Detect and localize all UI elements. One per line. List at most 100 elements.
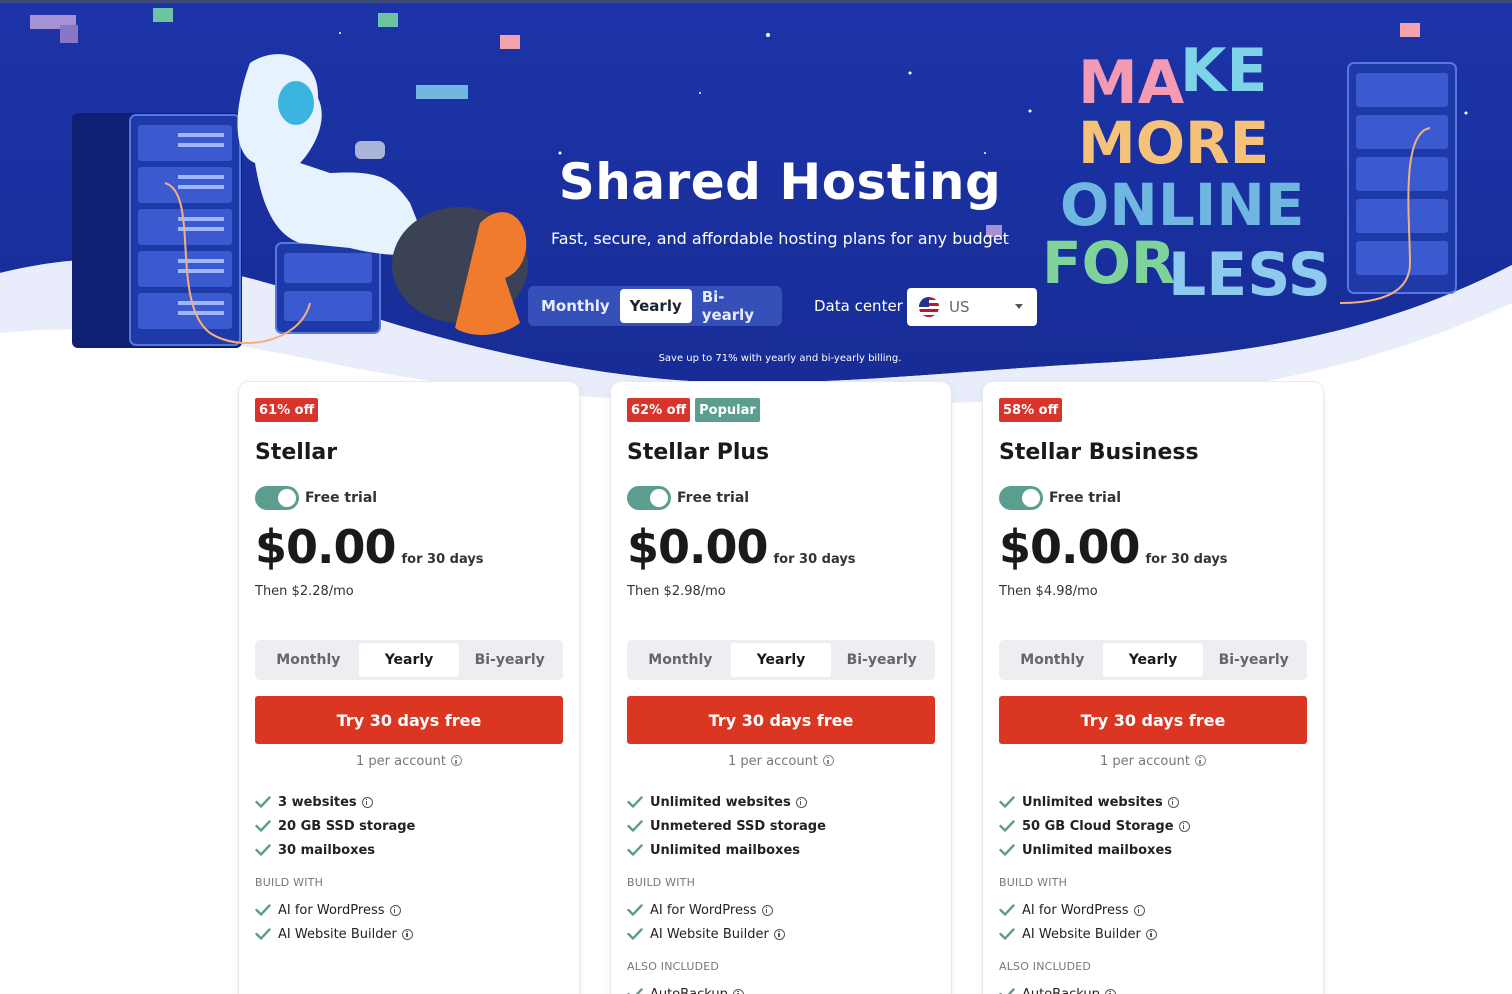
info-icon[interactable] bbox=[1145, 928, 1157, 940]
info-icon[interactable] bbox=[1104, 988, 1116, 994]
info-icon[interactable] bbox=[795, 796, 807, 808]
plan-badges: 62% off Popular bbox=[627, 398, 760, 422]
feature-text: AI for WordPress bbox=[1022, 902, 1129, 918]
price-period: for 30 days bbox=[773, 552, 856, 567]
check-icon bbox=[255, 796, 271, 808]
per-account-note: 1 per account bbox=[983, 754, 1323, 769]
feature-item: AutoBackup bbox=[627, 982, 826, 994]
check-icon bbox=[255, 844, 271, 856]
price-amount: $0.00 bbox=[999, 520, 1141, 574]
plan-price: $0.00 for 30 days bbox=[999, 520, 1228, 574]
check-icon bbox=[999, 820, 1015, 832]
plan-card-1: 61% off Stellar Free trial $0.00 for 30 … bbox=[239, 382, 579, 994]
check-icon bbox=[999, 988, 1015, 994]
billing-monthly[interactable]: Monthly bbox=[630, 643, 731, 677]
feature-item: 30 mailboxes bbox=[255, 838, 415, 862]
info-icon[interactable] bbox=[450, 755, 462, 766]
plan-card-3: 58% off Stellar Business Free trial $0.0… bbox=[983, 382, 1323, 994]
info-icon[interactable] bbox=[1178, 820, 1190, 832]
renewal-price: Then $4.98/mo bbox=[999, 584, 1098, 599]
svg-text:MA: MA bbox=[1078, 48, 1185, 118]
feature-text: AI Website Builder bbox=[650, 926, 769, 942]
plan-name: Stellar Plus bbox=[627, 440, 770, 465]
billing-biyearly[interactable]: Bi-yearly bbox=[831, 643, 932, 677]
feature-item: Unmetered SSD storage bbox=[627, 814, 826, 838]
global-billing-monthly[interactable]: Monthly bbox=[531, 289, 620, 323]
billing-biyearly[interactable]: Bi-yearly bbox=[459, 643, 560, 677]
check-icon bbox=[627, 988, 643, 994]
free-trial-row: Free trial bbox=[999, 486, 1121, 510]
feature-item: AI for WordPress bbox=[999, 898, 1190, 922]
billing-monthly[interactable]: Monthly bbox=[1002, 643, 1103, 677]
billing-yearly[interactable]: Yearly bbox=[358, 643, 460, 677]
check-icon bbox=[627, 820, 643, 832]
plan-price: $0.00 for 30 days bbox=[627, 520, 856, 574]
renewal-price: Then $2.28/mo bbox=[255, 584, 354, 599]
global-billing-yearly[interactable]: Yearly bbox=[619, 289, 692, 323]
feature-section-label: ALSO INCLUDED bbox=[999, 960, 1092, 973]
popular-badge: Popular bbox=[695, 398, 760, 422]
feature-item: AutoBackup bbox=[999, 982, 1190, 994]
feature-text: AutoBackup bbox=[1022, 986, 1100, 994]
billing-yearly[interactable]: Yearly bbox=[1102, 643, 1204, 677]
free-trial-toggle[interactable] bbox=[999, 486, 1043, 510]
check-icon bbox=[627, 904, 643, 916]
feature-text: Unlimited mailboxes bbox=[650, 842, 800, 858]
price-period: for 30 days bbox=[401, 552, 484, 567]
feature-item: AI Website Builder bbox=[627, 922, 826, 946]
free-trial-row: Free trial bbox=[627, 486, 749, 510]
free-trial-toggle[interactable] bbox=[627, 486, 671, 510]
try-free-button[interactable]: Try 30 days free bbox=[999, 696, 1307, 744]
info-icon[interactable] bbox=[773, 928, 785, 940]
plan-badges: 61% off bbox=[255, 398, 319, 422]
svg-text:KE: KE bbox=[1180, 36, 1267, 106]
feature-text: AI Website Builder bbox=[1022, 926, 1141, 942]
billing-yearly[interactable]: Yearly bbox=[730, 643, 832, 677]
feature-section-label: BUILD WITH bbox=[627, 876, 696, 889]
info-icon[interactable] bbox=[732, 988, 744, 994]
us-flag-icon bbox=[919, 297, 939, 317]
page-subtitle: Fast, secure, and affordable hosting pla… bbox=[551, 229, 1009, 248]
check-icon bbox=[999, 928, 1015, 940]
info-icon[interactable] bbox=[761, 904, 773, 916]
info-icon[interactable] bbox=[822, 755, 834, 766]
feature-item: 50 GB Cloud Storage bbox=[999, 814, 1190, 838]
plan-card-2: 62% off Popular Stellar Plus Free trial … bbox=[611, 382, 951, 994]
per-account-note: 1 per account bbox=[611, 754, 951, 769]
price-period: for 30 days bbox=[1145, 552, 1228, 567]
data-center-select[interactable]: US bbox=[907, 288, 1037, 326]
try-free-button[interactable]: Try 30 days free bbox=[255, 696, 563, 744]
per-account-note: 1 per account bbox=[239, 754, 579, 769]
info-icon[interactable] bbox=[401, 928, 413, 940]
feature-text: AI for WordPress bbox=[650, 902, 757, 918]
feature-text: Unlimited mailboxes bbox=[1022, 842, 1172, 858]
info-icon[interactable] bbox=[1133, 904, 1145, 916]
plan-billing-switch: Monthly Yearly Bi-yearly bbox=[627, 640, 935, 680]
feature-text: 30 mailboxes bbox=[278, 842, 376, 858]
billing-monthly[interactable]: Monthly bbox=[258, 643, 359, 677]
price-amount: $0.00 bbox=[255, 520, 397, 574]
global-billing-biyearly[interactable]: Bi-yearly bbox=[692, 288, 779, 324]
feature-section-label: ALSO INCLUDED bbox=[627, 960, 720, 973]
discount-badge: 62% off bbox=[627, 398, 691, 422]
feature-text: Unlimited websites bbox=[650, 794, 791, 810]
free-trial-toggle[interactable] bbox=[255, 486, 299, 510]
feature-item: Unlimited websites bbox=[999, 790, 1190, 814]
try-free-button[interactable]: Try 30 days free bbox=[627, 696, 935, 744]
feature-item: Unlimited mailboxes bbox=[999, 838, 1190, 862]
info-icon[interactable] bbox=[1167, 796, 1179, 808]
feature-item: Unlimited websites bbox=[627, 790, 826, 814]
check-icon bbox=[627, 928, 643, 940]
plan-billing-switch: Monthly Yearly Bi-yearly bbox=[255, 640, 563, 680]
plan-price: $0.00 for 30 days bbox=[255, 520, 484, 574]
info-icon[interactable] bbox=[1194, 755, 1206, 766]
feature-text: 3 websites bbox=[278, 794, 357, 810]
check-icon bbox=[999, 796, 1015, 808]
data-center-label: Data center bbox=[814, 297, 903, 315]
billing-biyearly[interactable]: Bi-yearly bbox=[1203, 643, 1304, 677]
feature-text: Unmetered SSD storage bbox=[650, 818, 826, 834]
free-trial-label: Free trial bbox=[1049, 490, 1122, 506]
feature-item: AI Website Builder bbox=[999, 922, 1190, 946]
info-icon[interactable] bbox=[361, 796, 373, 808]
info-icon[interactable] bbox=[389, 904, 401, 916]
